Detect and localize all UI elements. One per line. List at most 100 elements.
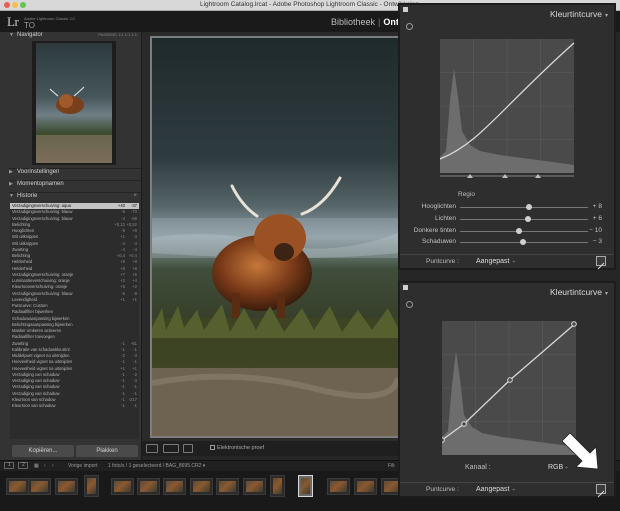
before-after-icon[interactable] — [163, 444, 179, 453]
slider-thumb[interactable] — [519, 239, 526, 245]
history-item-value: -1 — [133, 403, 137, 408]
history-item-label: Hoeveelheid vignet na uitsnijden — [12, 359, 73, 365]
main-photo[interactable] — [152, 38, 398, 436]
module-library[interactable]: Bibliotheek — [331, 17, 375, 27]
slider-track[interactable] — [460, 239, 588, 245]
history-title: Historie — [17, 193, 38, 199]
panel-switch-icon[interactable] — [403, 7, 408, 12]
point-curve-select[interactable]: Aangepast ÷ — [476, 486, 515, 493]
tone-curve-graph-bottom[interactable] — [442, 321, 578, 457]
filmstrip-thumbnail[interactable] — [111, 478, 134, 495]
slider-thumb[interactable] — [524, 216, 531, 222]
module-separator: | — [378, 17, 381, 27]
filmstrip-thumbnail[interactable] — [28, 478, 51, 495]
navigator-zoom-options[interactable]: PASSEND 1:1 1:1 1:1 — [98, 32, 137, 37]
history-item-label: Helderheid — [12, 259, 33, 265]
slider-track[interactable] — [460, 228, 588, 234]
filmstrip-thumbnail[interactable] — [298, 475, 313, 497]
thumbnail-image — [273, 478, 282, 494]
zoom-window-icon[interactable] — [20, 2, 26, 8]
filmstrip-thumbnail[interactable] — [190, 478, 213, 495]
copy-button[interactable]: Kopiëren... — [12, 445, 74, 457]
tone-curve-title[interactable]: Kleurtintcurve ▾ — [550, 287, 608, 297]
filmstrip-info[interactable]: 1 foto/s / 1 geselecteerd / BAG_8695.CR2… — [108, 463, 205, 469]
filmstrip-thumbnail[interactable] — [216, 478, 239, 495]
slider-track[interactable] — [460, 216, 588, 222]
filmstrip-thumbnail[interactable] — [84, 475, 99, 497]
slider-highlights[interactable]: Hooglichten + 8 — [400, 203, 614, 213]
slider-thumb[interactable] — [515, 228, 522, 234]
filmstrip-thumbnail[interactable] — [163, 478, 186, 495]
filmstrip-thumbnail[interactable] — [327, 478, 350, 495]
filmstrip-thumbnail[interactable] — [270, 475, 285, 497]
history-item-label: Wit uitknippen — [12, 234, 39, 240]
navigator-preview[interactable] — [36, 43, 112, 163]
slider-track[interactable] — [460, 204, 588, 210]
point-curve-value: Aangepast — [476, 486, 510, 493]
close-window-icon[interactable] — [4, 2, 10, 8]
paste-button[interactable]: Plakken — [76, 445, 138, 457]
target-adjustment-icon[interactable] — [406, 23, 413, 30]
filmstrip-thumbnail[interactable] — [6, 478, 29, 495]
slider-label: Donkere tinten — [413, 227, 456, 234]
point-curve-edit-icon[interactable] — [596, 256, 606, 270]
back-icon[interactable]: ‹ — [44, 463, 46, 469]
expand-triangle-icon: ▶ — [9, 169, 13, 175]
forward-icon[interactable]: › — [52, 463, 54, 469]
user-initials: TO — [24, 21, 35, 30]
slider-darks[interactable]: Donkere tinten − 10 — [400, 227, 614, 237]
loupe-view-icon[interactable] — [146, 444, 158, 453]
point-curve-edit-icon[interactable] — [596, 484, 606, 498]
slider-value[interactable]: + 8 — [593, 203, 602, 210]
target-adjustment-icon[interactable] — [406, 301, 413, 308]
slider-shadows[interactable]: Schaduwen − 3 — [400, 238, 614, 248]
tone-curve-graph-top[interactable] — [440, 39, 576, 179]
slider-lights[interactable]: Lichten + 6 — [400, 215, 614, 225]
filmstrip-thumbnail[interactable] — [137, 478, 160, 495]
curve-line-icon — [597, 262, 605, 270]
point-curve-select[interactable]: Aangepast ÷ — [476, 258, 515, 265]
softproof-toggle[interactable]: Elektronische proef — [210, 445, 264, 451]
filter-label[interactable]: Filt — [388, 463, 395, 469]
slider-value[interactable]: + 6 — [593, 215, 602, 222]
snapshots-title: Momentopnamen — [17, 181, 64, 187]
history-item-label: Verzadigingsverschuiving: blauw — [12, 290, 73, 296]
tone-curve-title[interactable]: Kleurtintcurve ▾ — [550, 9, 608, 19]
grid-icon[interactable]: ▦ — [34, 463, 39, 469]
page-2-button[interactable]: 2 — [18, 462, 28, 469]
collapse-triangle-icon: ▼ — [9, 32, 14, 38]
history-item-label: Zwarting — [12, 340, 29, 346]
history-header[interactable]: ▼ Historie × — [9, 192, 141, 202]
thumbnail-image — [357, 481, 374, 492]
slider-thumb[interactable] — [526, 204, 533, 210]
slider-label: Schaduwen — [422, 238, 456, 245]
filmstrip-info-arrow: ▾ — [202, 463, 206, 469]
history-item[interactable]: Kleurtoon van schaduw -1 -1 — [10, 403, 139, 409]
filmstrip-thumbnail[interactable] — [243, 478, 266, 495]
tone-curve-title-text: Kleurtintcurve — [550, 9, 602, 19]
history-item-label: Verzadigingsverschuiving: blauw — [12, 209, 73, 215]
compare-icon[interactable] — [183, 444, 193, 453]
module-develop[interactable]: Ont — [383, 17, 399, 27]
snapshots-header[interactable]: ▶ Momentopnamen — [9, 180, 141, 190]
filmstrip-thumbnail[interactable] — [55, 478, 78, 495]
minimize-window-icon[interactable] — [12, 2, 18, 8]
panel-switch-icon[interactable] — [403, 285, 408, 290]
page-1-button[interactable]: 1 — [4, 462, 14, 469]
history-item-label: Kleurtoon van schaduw — [12, 396, 56, 402]
lightroom-window: Lightroom Catalog.lrcat - Adobe Photosho… — [0, 0, 620, 511]
softproof-checkbox[interactable] — [210, 445, 215, 450]
curve-line-icon — [597, 490, 605, 498]
filmstrip-thumbnail[interactable] — [354, 478, 377, 495]
navigator-header[interactable]: ▼ Navigator PASSEND 1:1 1:1 1:1 — [9, 32, 141, 41]
slider-value[interactable]: − 10 — [589, 227, 602, 234]
presets-header[interactable]: ▶ Voorinstellingen — [9, 168, 141, 178]
channel-label: Kanaal : — [465, 464, 491, 471]
tone-curve-title-text: Kleurtintcurve — [550, 287, 602, 297]
clear-history-icon[interactable]: × — [133, 193, 137, 199]
history-item-label: Radiaalfilter toevoegen — [12, 334, 55, 340]
previous-import-label[interactable]: Vorige import — [68, 463, 97, 469]
thumbnail-image — [193, 481, 210, 492]
slider-value[interactable]: − 3 — [593, 238, 602, 245]
select-arrow-icon: ÷ — [512, 259, 516, 265]
